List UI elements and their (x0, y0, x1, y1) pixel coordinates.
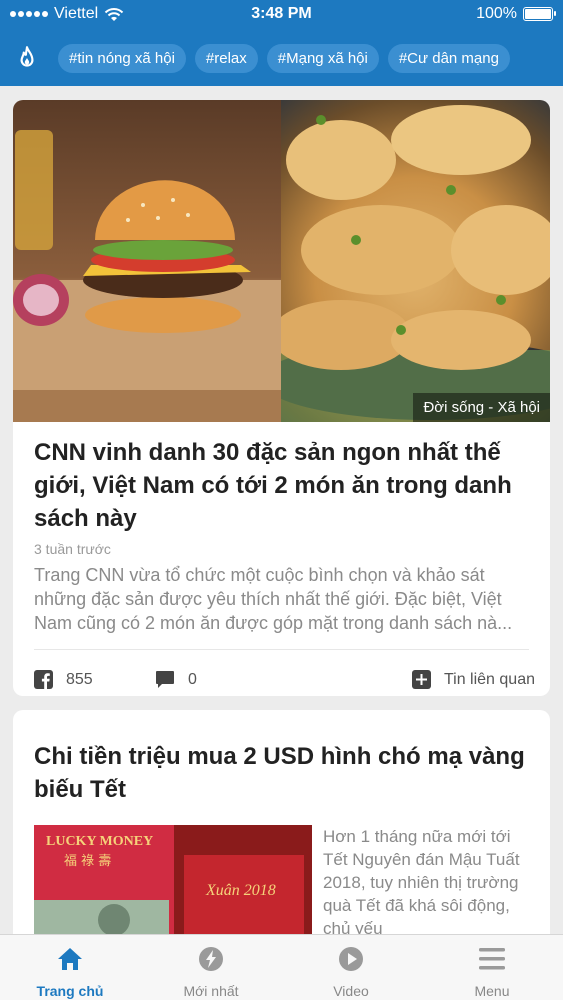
play-icon (339, 947, 363, 971)
comment-icon (156, 671, 174, 688)
dumpling-image (281, 100, 550, 422)
article-card[interactable]: Đời sống - Xã hội CNN vinh danh 30 đặc s… (13, 100, 550, 696)
thumbnail-xuan-text: Xuân 2018 (205, 882, 276, 899)
tab-video[interactable]: Video (281, 935, 421, 1000)
hamburger-icon (479, 948, 505, 970)
thumbnail-lucky-money-text: LUCKY MONEY (46, 834, 153, 849)
comment-button[interactable]: 0 (155, 670, 197, 689)
article-title[interactable]: CNN vinh danh 30 đặc sản ngon nhất thế g… (13, 422, 550, 535)
article-time: 3 tuần trước (34, 541, 111, 557)
related-news-label: Tin liên quan (443, 670, 535, 688)
facebook-share-button[interactable]: 855 (34, 670, 93, 689)
battery-icon (523, 7, 556, 21)
tab-label: Mới nhất (183, 983, 239, 999)
tag-bar: #tin nóng xã hội #relax #Mạng xã hội #Cư… (0, 30, 563, 86)
tag-chip[interactable]: #tin nóng xã hội (58, 43, 186, 73)
article-hero-image[interactable]: Đời sống - Xã hội (13, 100, 550, 422)
tab-home[interactable]: Trang chủ (0, 935, 140, 1000)
tab-label: Video (333, 983, 369, 999)
thumbnail-chinese-text: 福 祿 壽 (64, 854, 111, 869)
news-feed[interactable]: Đời sống - Xã hội CNN vinh danh 30 đặc s… (0, 86, 563, 934)
plus-square-icon (411, 670, 431, 689)
facebook-icon (34, 670, 53, 689)
home-icon (58, 948, 82, 970)
tab-menu[interactable]: Menu (422, 935, 562, 1000)
facebook-count: 855 (66, 670, 93, 688)
article-body: LUCKY MONEY 福 祿 壽 Xuân 2018 Hơn 1 tháng … (34, 825, 534, 934)
tab-label: Menu (474, 983, 510, 999)
tag-chip[interactable]: #Mạng xã hội (266, 43, 379, 73)
tab-label: Trang chủ (36, 983, 104, 999)
article-actions: 855 0 Tin liên quan (13, 650, 550, 696)
article-title[interactable]: Chi tiền triệu mua 2 USD hình chó mạ vàn… (13, 710, 550, 806)
tag-chip[interactable]: #relax (194, 43, 258, 73)
article-card[interactable]: Chi tiền triệu mua 2 USD hình chó mạ vàn… (13, 710, 550, 934)
article-thumbnail[interactable]: LUCKY MONEY 福 祿 壽 Xuân 2018 (34, 825, 312, 934)
lightning-icon (199, 947, 223, 971)
related-news-button[interactable]: Tin liên quan (411, 670, 535, 689)
comment-count: 0 (188, 670, 197, 688)
status-bar: Viettel 3:48 PM 100% (0, 0, 563, 30)
battery-percent: 100% (476, 5, 517, 22)
article-summary[interactable]: Trang CNN vừa tổ chức một cuộc bình chọn… (13, 557, 550, 635)
tab-latest[interactable]: Mới nhất (141, 935, 281, 1000)
tag-chip[interactable]: #Cư dân mạng (387, 43, 510, 73)
bottom-tab-bar: Trang chủ Mới nhất Video Menu (0, 934, 563, 1000)
article-summary[interactable]: Hơn 1 tháng nữa mới tới Tết Nguyên đán M… (323, 825, 538, 934)
fire-icon[interactable] (14, 45, 40, 71)
category-badge[interactable]: Đời sống - Xã hội (413, 393, 550, 422)
battery-group: 100% (476, 5, 556, 23)
burger-image (13, 100, 281, 422)
